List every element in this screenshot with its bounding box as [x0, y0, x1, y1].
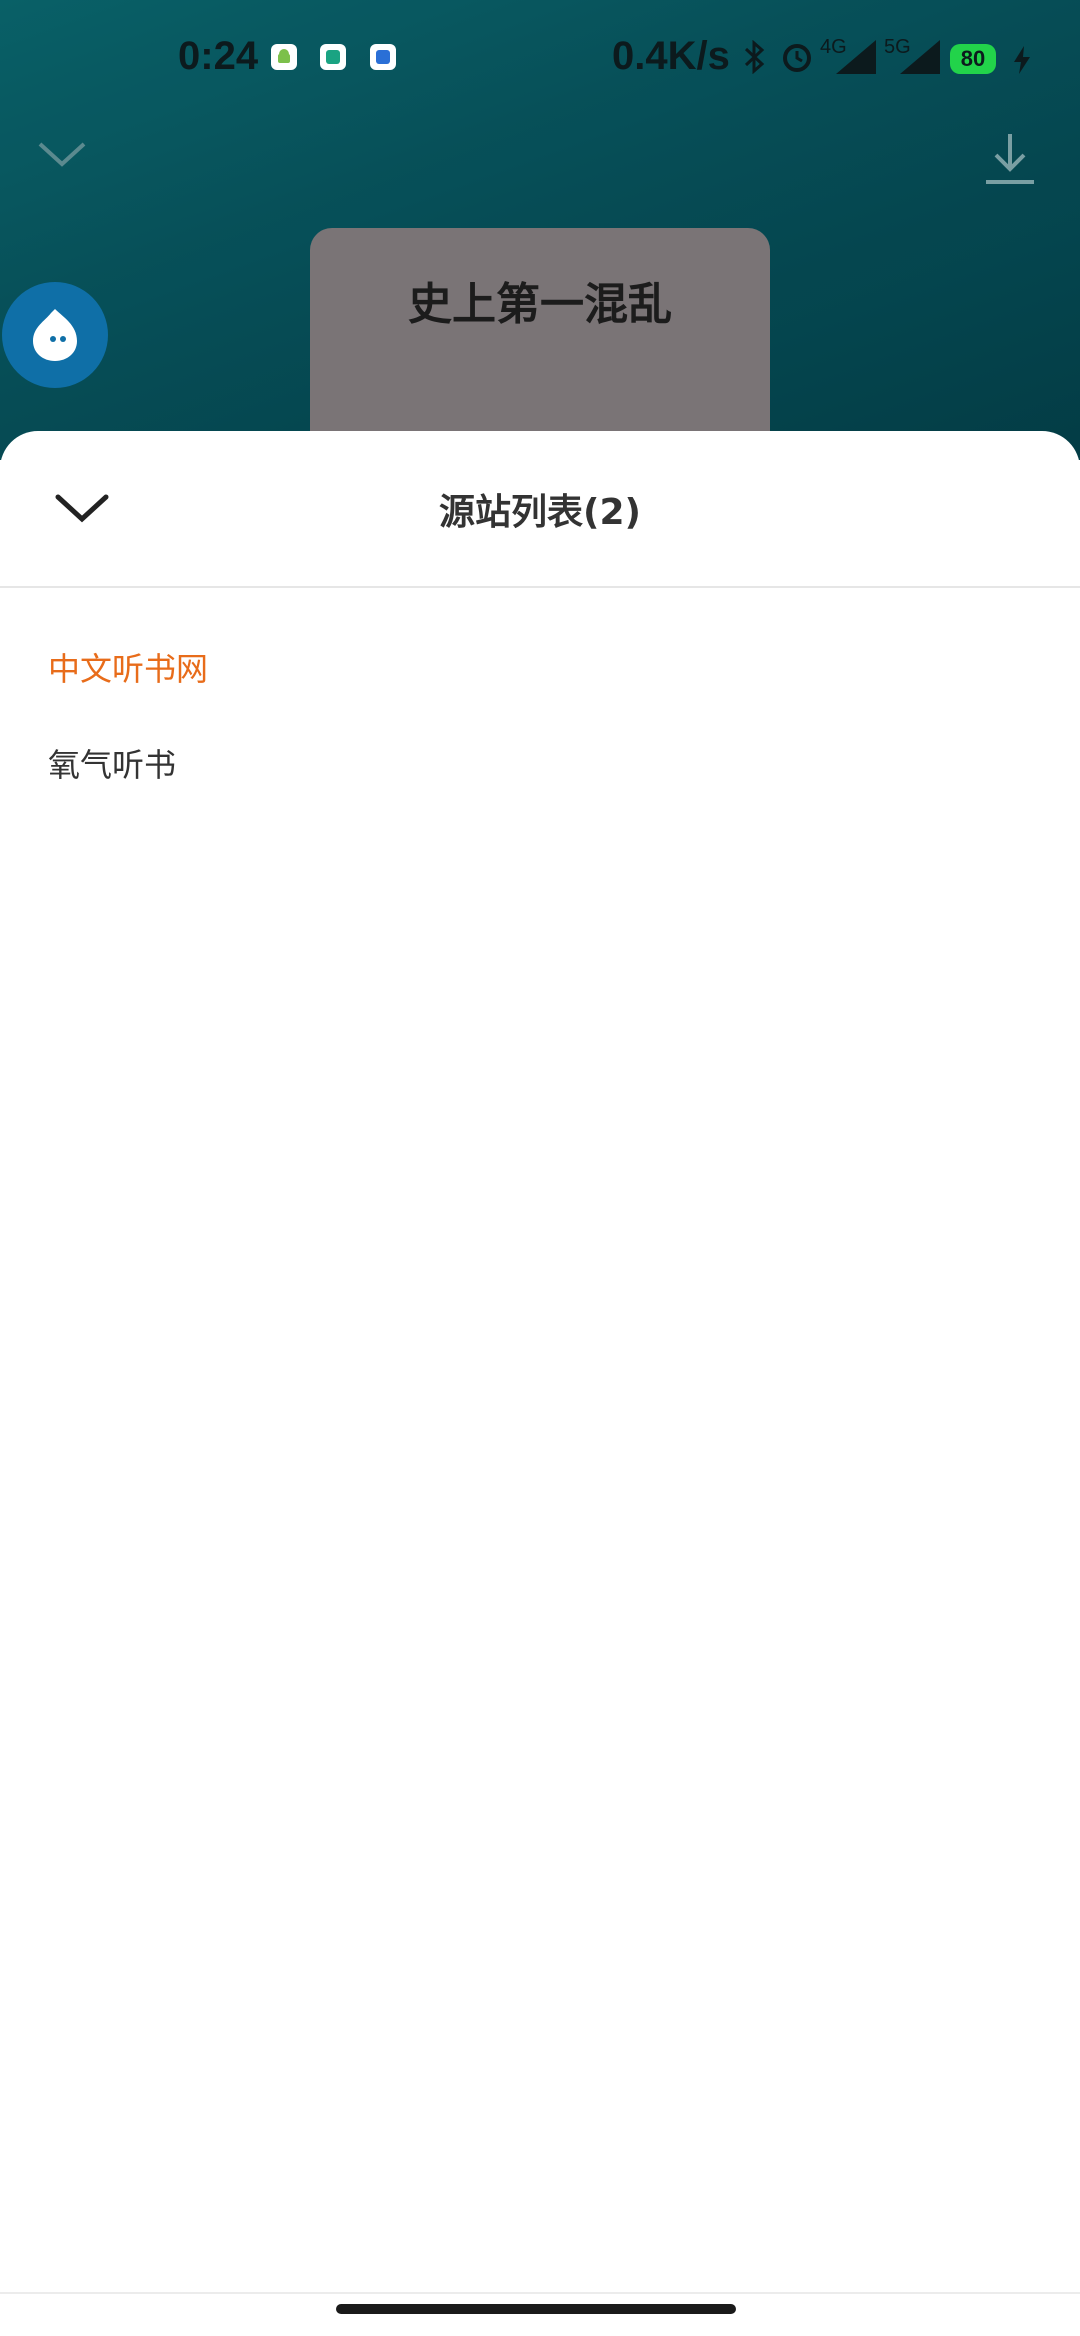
- collapse-player-button[interactable]: [34, 136, 90, 176]
- source-item[interactable]: 中文听书网: [48, 644, 208, 690]
- source-list-sheet: 源站列表(2) 中文听书网 氧气听书: [0, 431, 1080, 2336]
- screen: 0:24 0.4K/s 4G 5G 80 史上第一混乱 源站列表(2) 中文听书…: [0, 0, 1080, 2336]
- signal-icon: [900, 40, 940, 78]
- home-indicator[interactable]: [336, 2304, 736, 2314]
- assistant-float-button[interactable]: [2, 282, 108, 388]
- sheet-title: 源站列表(2): [439, 492, 641, 533]
- download-button[interactable]: [982, 130, 1038, 186]
- cover-title: 史上第一混乱: [408, 279, 672, 330]
- bluetooth-icon: [742, 39, 768, 78]
- app-icon: [320, 44, 346, 70]
- network-speed: 0.4K/s: [612, 34, 730, 78]
- charging-icon: [1012, 46, 1032, 78]
- android-icon: [271, 44, 297, 70]
- signal-icon: [836, 40, 876, 78]
- divider: [0, 2292, 1080, 2294]
- status-bar: 0:24 0.4K/s 4G 5G 80: [0, 0, 1080, 120]
- assistant-icon: [33, 309, 77, 361]
- source-item[interactable]: 氧气听书: [48, 740, 176, 786]
- sheet-header: 源站列表(2): [0, 431, 1080, 588]
- alarm-icon: [780, 40, 814, 78]
- status-time: 0:24: [178, 34, 259, 78]
- battery-level: 80: [950, 44, 996, 74]
- security-icon: [370, 44, 396, 70]
